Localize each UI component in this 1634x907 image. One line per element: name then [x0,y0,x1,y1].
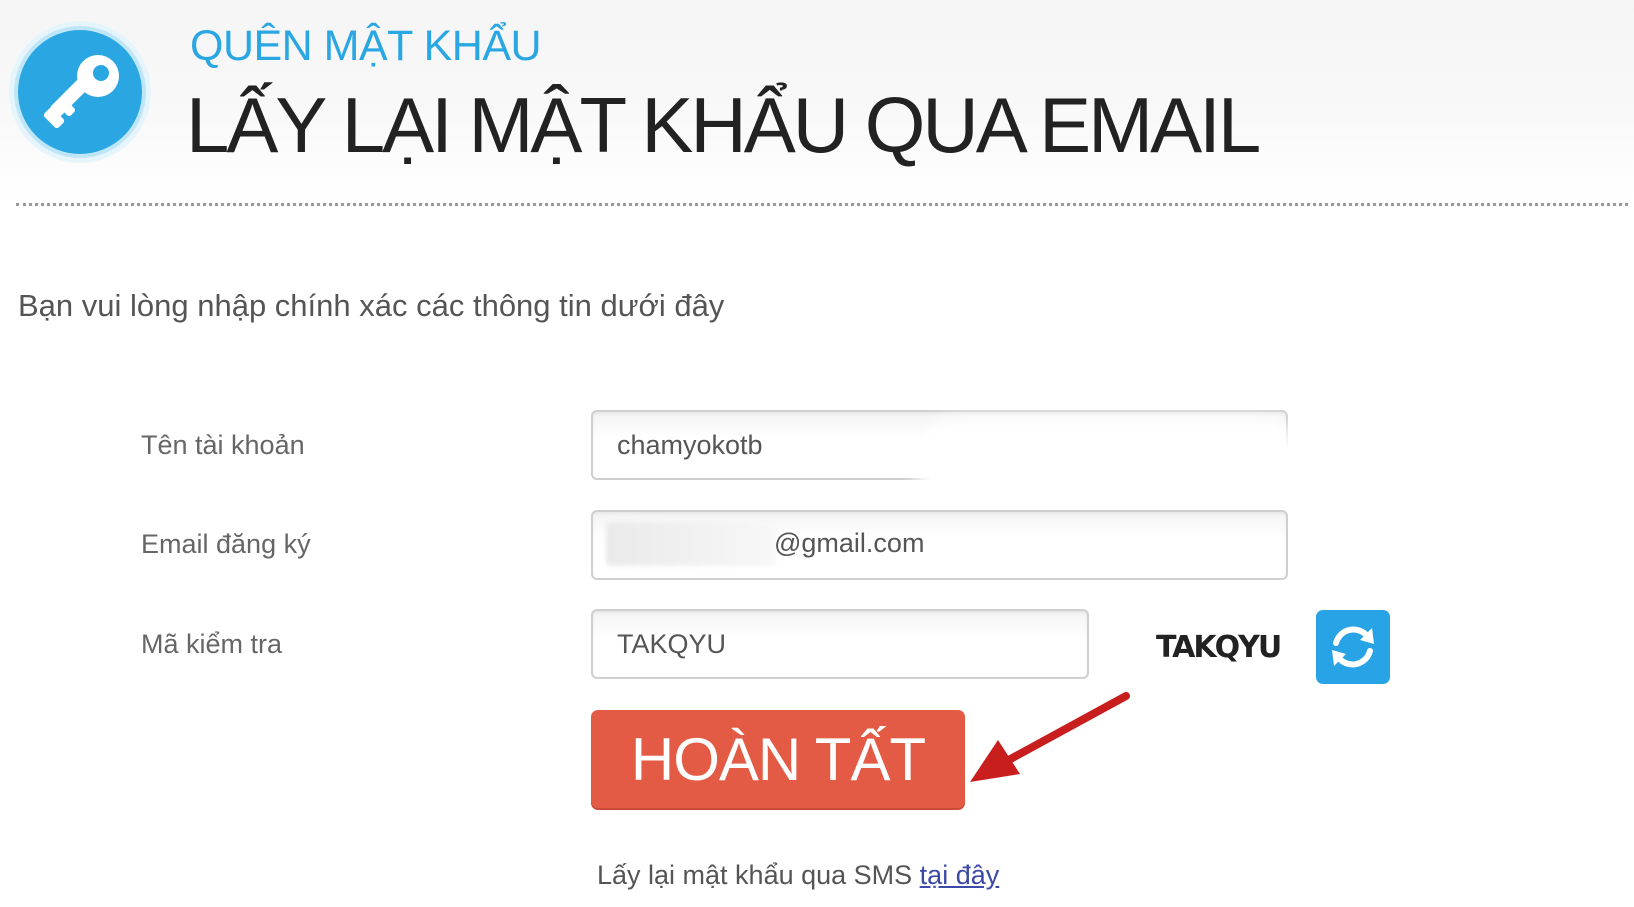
header-divider [16,203,1628,206]
page-subtitle: QUÊN MẬT KHẨU [190,22,542,70]
refresh-captcha-button[interactable] [1316,610,1390,684]
captcha-image: TAKQYU [1156,630,1282,665]
username-value: chamyokotb [617,430,763,460]
email-label: Email đăng ký [141,529,311,559]
submit-button[interactable]: HOÀN TẤT [591,710,965,808]
intro-text: Bạn vui lòng nhập chính xác các thông ti… [18,288,725,323]
redaction-smudge [930,430,1290,516]
sms-recovery-text: Lấy lại mật khẩu qua SMS [597,860,920,890]
page-header: QUÊN MẬT KHẨU LẤY LẠI MẬT KHẨU QUA EMAIL [0,0,1634,200]
sms-recovery-line: Lấy lại mật khẩu qua SMS tại đây [597,860,999,891]
captcha-label: Mã kiểm tra [141,629,283,659]
captcha-input[interactable]: TAKQYU [591,609,1089,679]
email-redacted-part [606,522,776,566]
captcha-value: TAKQYU [617,629,727,659]
username-label: Tên tài khoản [141,430,305,460]
key-icon [18,30,142,154]
page-title: LẤY LẠI MẬT KHẨU QUA EMAIL [186,81,1261,169]
email-value-suffix: @gmail.com [774,528,925,558]
refresh-icon [1332,626,1374,668]
sms-recovery-link[interactable]: tại đây [920,860,1000,890]
red-arrow-annotation [970,692,1130,782]
